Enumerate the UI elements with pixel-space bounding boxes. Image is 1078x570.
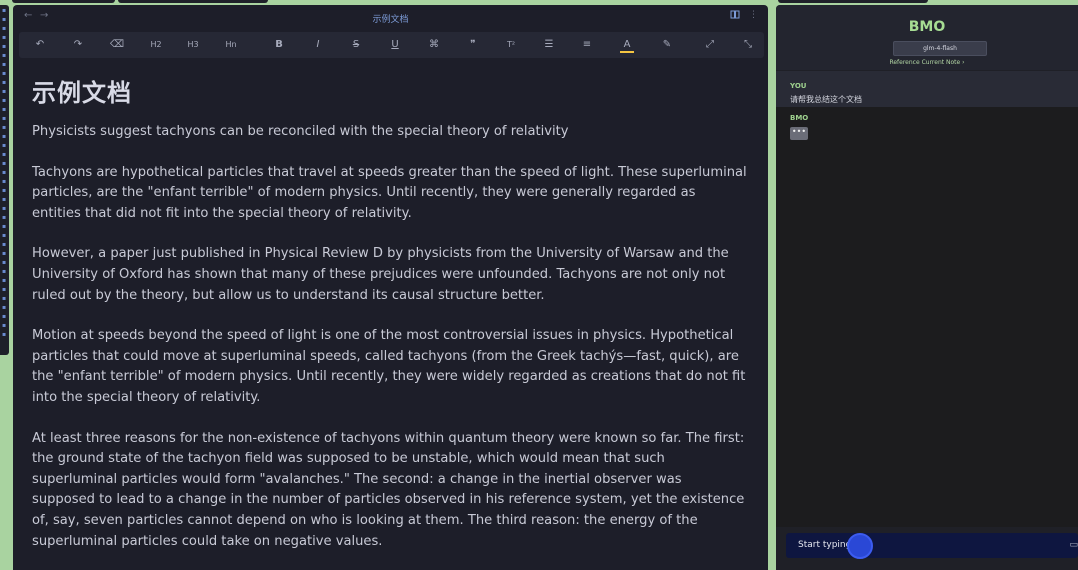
- ribbon-icon[interactable]: ▪: [2, 62, 6, 68]
- quote-icon[interactable]: ❞: [458, 32, 488, 58]
- ribbon-icon[interactable]: ▪: [2, 215, 6, 221]
- ribbon-icon[interactable]: ▪: [2, 323, 6, 329]
- text-color-letter: A: [623, 39, 631, 50]
- ribbon-icon[interactable]: ▪: [2, 17, 6, 23]
- ribbon-icon[interactable]: ▪: [2, 53, 6, 59]
- ribbon-icon[interactable]: ▪: [2, 26, 6, 32]
- window-tab-1[interactable]: [12, 0, 115, 3]
- formatting-toolbar: ↶ ↷ ⌫ H2 H3 Hn B I S U ⌘ ❞ T² ☰ ≡ A ✎ ⤢ …: [19, 32, 764, 58]
- highlight-icon[interactable]: ✎: [652, 32, 682, 58]
- ribbon-icon[interactable]: ▪: [2, 98, 6, 104]
- paragraph: Motion at speeds beyond the speed of lig…: [32, 328, 746, 405]
- paragraph: Tachyons are hypothetical particles that…: [32, 164, 747, 221]
- window-tab-2[interactable]: [118, 0, 268, 3]
- ribbon-icon[interactable]: ▪: [2, 89, 6, 95]
- bullet-list-icon[interactable]: ☰: [534, 32, 564, 58]
- left-ribbon: ▪ ▪ ▪ ▪ ▪ ▪ ▪ ▪ ▪ ▪ ▪ ▪ ▪ ▪ ▪ ▪ ▪ ▪ ▪ ▪ …: [0, 5, 9, 355]
- ribbon-icon[interactable]: ▪: [2, 332, 6, 338]
- heading-2-icon[interactable]: H2: [141, 32, 171, 58]
- ribbon-icon[interactable]: ▪: [2, 269, 6, 275]
- send-icon[interactable]: ▭: [1069, 540, 1078, 550]
- heading-3-icon[interactable]: H3: [178, 32, 208, 58]
- undo-icon[interactable]: ↶: [25, 32, 55, 58]
- chat-input[interactable]: Start typing... ▭: [786, 533, 1078, 559]
- user-message: 请帮我总结这个文档: [790, 95, 862, 104]
- ribbon-icon[interactable]: ▪: [2, 188, 6, 194]
- ribbon-icon[interactable]: ▪: [2, 107, 6, 113]
- ribbon-icon[interactable]: ▪: [2, 233, 6, 239]
- paragraph: However, a paper just published in Physi…: [32, 246, 729, 303]
- mouse-cursor-indicator: [847, 533, 873, 559]
- bot-label: BMO: [790, 114, 809, 122]
- ribbon-icon[interactable]: ▪: [2, 251, 6, 257]
- ribbon-icon[interactable]: ▪: [2, 287, 6, 293]
- ribbon-icon[interactable]: ▪: [2, 296, 6, 302]
- ribbon-icon[interactable]: ▪: [2, 116, 6, 122]
- text-color-swatch: [620, 51, 634, 53]
- underline-icon[interactable]: U: [380, 32, 410, 58]
- clear-format-icon[interactable]: ⌫: [102, 32, 132, 58]
- ribbon-icon[interactable]: ▪: [2, 161, 6, 167]
- ribbon-icon[interactable]: ▪: [2, 170, 6, 176]
- document-subtitle: Physicists suggest tachyons can be recon…: [32, 124, 569, 139]
- bold-icon[interactable]: B: [264, 32, 294, 58]
- expand-icon[interactable]: ⤢: [695, 32, 725, 58]
- document-content[interactable]: 示例文档 Physicists suggest tachyons can be …: [32, 73, 747, 552]
- ribbon-icon[interactable]: ▪: [2, 224, 6, 230]
- ribbon-icon[interactable]: ▪: [2, 242, 6, 248]
- book-icon[interactable]: [730, 10, 740, 22]
- bot-message-block: BMO •••: [776, 107, 1078, 527]
- more-icon[interactable]: ⋮: [749, 10, 758, 20]
- link-icon[interactable]: ⌘: [419, 32, 449, 58]
- chat-header: BMO glm-4-flash Reference Current Note ›: [776, 5, 1078, 70]
- ribbon-icon[interactable]: ▪: [2, 8, 6, 14]
- window-tab-3[interactable]: [778, 0, 928, 3]
- ribbon-icon[interactable]: ▪: [2, 44, 6, 50]
- ribbon-icon[interactable]: ▪: [2, 314, 6, 320]
- strikethrough-icon[interactable]: S: [341, 32, 371, 58]
- ribbon-icon[interactable]: ▪: [2, 179, 6, 185]
- text-color-icon[interactable]: A: [612, 32, 642, 58]
- ribbon-icon[interactable]: ▪: [2, 197, 6, 203]
- ribbon-icon[interactable]: ▪: [2, 71, 6, 77]
- user-message-block: YOU 请帮我总结这个文档: [776, 71, 1078, 107]
- ribbon-icon[interactable]: ▪: [2, 134, 6, 140]
- editor-header: ← → 示例文档 ⋮: [13, 5, 768, 31]
- collapse-icon[interactable]: ⤡: [733, 32, 763, 58]
- ribbon-icon[interactable]: ▪: [2, 278, 6, 284]
- chat-title: BMO: [908, 19, 946, 35]
- italic-icon[interactable]: I: [303, 32, 333, 58]
- document-tab-title: 示例文档: [372, 15, 409, 25]
- document-heading: 示例文档: [32, 79, 132, 107]
- align-icon[interactable]: ≡: [572, 32, 602, 58]
- ribbon-icon[interactable]: ▪: [2, 35, 6, 41]
- chat-pane: BMO glm-4-flash Reference Current Note ›…: [776, 5, 1078, 570]
- ribbon-icon[interactable]: ▪: [2, 143, 6, 149]
- ribbon-icon[interactable]: ▪: [2, 206, 6, 212]
- ribbon-icon[interactable]: ▪: [2, 80, 6, 86]
- heading-n-icon[interactable]: Hn: [216, 32, 246, 58]
- ribbon-icon[interactable]: ▪: [2, 125, 6, 131]
- paragraph: At least three reasons for the non-exist…: [32, 430, 745, 549]
- editor-pane: ← → 示例文档 ⋮ ↶ ↷ ⌫ H2 H3 Hn B I S U ⌘ ❞ T²…: [13, 5, 768, 570]
- model-selector[interactable]: glm-4-flash: [893, 41, 987, 56]
- user-label: YOU: [790, 82, 807, 90]
- typing-indicator: •••: [790, 127, 808, 140]
- ribbon-icon[interactable]: ▪: [2, 152, 6, 158]
- ribbon-icon[interactable]: ▪: [2, 305, 6, 311]
- superscript-icon[interactable]: T²: [496, 32, 526, 58]
- redo-icon[interactable]: ↷: [63, 32, 93, 58]
- ribbon-icon[interactable]: ▪: [2, 260, 6, 266]
- reference-note-toggle[interactable]: Reference Current Note ›: [776, 59, 1078, 66]
